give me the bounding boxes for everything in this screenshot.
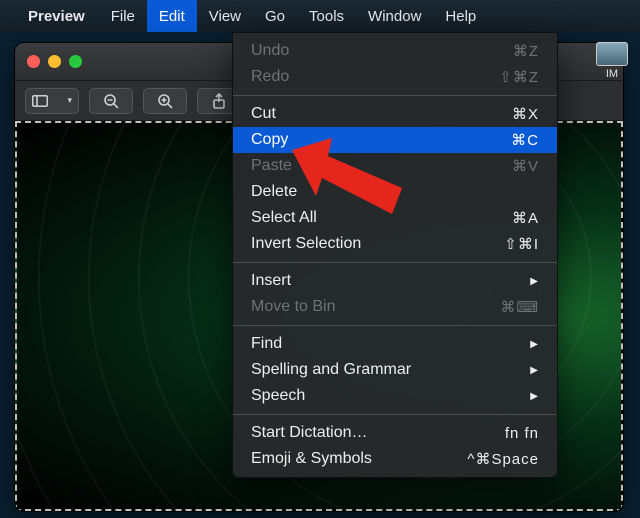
menu-separator	[233, 325, 557, 326]
menu-item-label: Speech	[251, 387, 305, 405]
menu-shortcut: ⌘V	[512, 157, 539, 175]
menu-item-find[interactable]: Find	[233, 331, 557, 357]
menu-tools[interactable]: Tools	[297, 0, 356, 32]
menu-item-move-to-bin: Move to Bin ⌘⌨	[233, 294, 557, 320]
edit-dropdown-menu: Undo ⌘Z Redo ⇧⌘Z Cut ⌘X Copy ⌘C Paste ⌘V Delete Sel…	[232, 32, 558, 478]
submenu-arrow-icon	[530, 339, 539, 350]
menu-file[interactable]: File	[99, 0, 147, 32]
file-thumbnail-icon	[596, 42, 628, 66]
menu-item-label: Copy	[251, 131, 288, 149]
menu-item-label: Invert Selection	[251, 235, 361, 253]
zoom-out-icon	[103, 93, 119, 109]
menu-separator	[233, 262, 557, 263]
menu-edit[interactable]: Edit	[147, 0, 197, 32]
traffic-lights	[27, 55, 82, 68]
zoom-out-button[interactable]	[89, 88, 133, 114]
menu-item-label: Move to Bin	[251, 298, 335, 316]
menu-item-label: Insert	[251, 272, 291, 290]
menu-go[interactable]: Go	[253, 0, 297, 32]
menu-item-label: Start Dictation…	[251, 424, 367, 442]
menu-shortcut: ⌘⌨	[500, 298, 539, 316]
menu-item-paste: Paste ⌘V	[233, 153, 557, 179]
zoom-button[interactable]	[69, 55, 82, 68]
menu-shortcut: ⇧⌘I	[504, 235, 539, 253]
menu-item-redo: Redo ⇧⌘Z	[233, 64, 557, 90]
sidebar-view-button[interactable]: ▾	[25, 88, 79, 114]
menu-item-label: Emoji & Symbols	[251, 450, 372, 468]
menu-item-copy[interactable]: Copy ⌘C	[233, 127, 557, 153]
submenu-arrow-icon	[530, 276, 539, 287]
menu-separator	[233, 414, 557, 415]
menu-item-cut[interactable]: Cut ⌘X	[233, 101, 557, 127]
file-name: IM	[606, 68, 618, 80]
menu-item-label: Undo	[251, 42, 289, 60]
menu-shortcut: ⌘A	[512, 209, 539, 227]
share-icon	[212, 93, 226, 109]
sidebar-icon	[32, 95, 48, 107]
menu-item-label: Cut	[251, 105, 276, 123]
menu-item-spelling-and-grammar[interactable]: Spelling and Grammar	[233, 357, 557, 383]
menu-item-start-dictation[interactable]: Start Dictation… fn fn	[233, 420, 557, 446]
zoom-in-button[interactable]	[143, 88, 187, 114]
menu-shortcut: ⌘Z	[513, 42, 539, 60]
menu-shortcut: fn fn	[505, 425, 539, 442]
menu-item-label: Paste	[251, 157, 292, 175]
menu-window[interactable]: Window	[356, 0, 433, 32]
minimize-button[interactable]	[48, 55, 61, 68]
menu-item-invert-selection[interactable]: Invert Selection ⇧⌘I	[233, 231, 557, 257]
menu-shortcut: ⇧⌘Z	[499, 68, 539, 86]
submenu-arrow-icon	[530, 365, 539, 376]
zoom-in-icon	[157, 93, 173, 109]
menu-shortcut: ^⌘Space	[467, 450, 539, 468]
menubar: Preview File Edit View Go Tools Window H…	[0, 0, 640, 32]
menu-item-label: Delete	[251, 183, 297, 201]
menu-item-speech[interactable]: Speech	[233, 383, 557, 409]
menu-item-label: Select All	[251, 209, 317, 227]
menu-shortcut: ⌘X	[512, 105, 539, 123]
menu-item-undo: Undo ⌘Z	[233, 38, 557, 64]
submenu-arrow-icon	[530, 391, 539, 402]
app-name[interactable]: Preview	[28, 8, 85, 25]
menu-help[interactable]: Help	[433, 0, 488, 32]
menu-item-emoji-symbols[interactable]: Emoji & Symbols ^⌘Space	[233, 446, 557, 472]
menu-item-label: Find	[251, 335, 282, 353]
menu-view[interactable]: View	[197, 0, 253, 32]
close-button[interactable]	[27, 55, 40, 68]
menu-item-label: Spelling and Grammar	[251, 361, 411, 379]
menu-item-delete[interactable]: Delete	[233, 179, 557, 205]
menu-shortcut: ⌘C	[511, 131, 539, 149]
menu-item-insert[interactable]: Insert	[233, 268, 557, 294]
chevron-down-icon: ▾	[67, 95, 72, 106]
menu-item-select-all[interactable]: Select All ⌘A	[233, 205, 557, 231]
menu-separator	[233, 95, 557, 96]
desktop-file[interactable]: IM	[590, 42, 634, 80]
menu-item-label: Redo	[251, 68, 289, 86]
